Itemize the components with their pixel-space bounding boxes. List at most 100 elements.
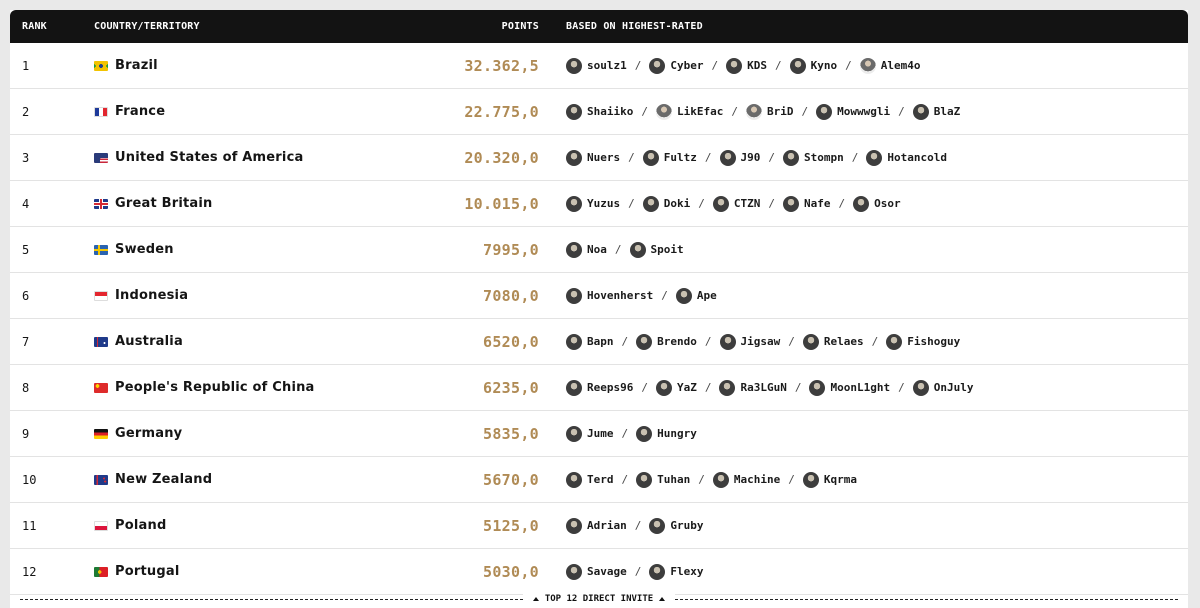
country-name: Indonesia <box>115 288 189 303</box>
player-link[interactable]: BlaZ <box>912 103 960 120</box>
player-link[interactable]: Spoit <box>629 241 684 258</box>
player-link[interactable]: Osor <box>853 195 901 212</box>
player-link[interactable]: YaZ <box>655 379 697 396</box>
separator: / <box>628 151 635 164</box>
player-link[interactable]: OnJuly <box>912 379 973 396</box>
player-avatar-icon <box>636 425 653 442</box>
player-avatar-icon <box>712 471 729 488</box>
player-link[interactable]: Adrian <box>566 517 627 534</box>
player-avatar-icon <box>649 517 666 534</box>
player-link[interactable]: Gruby <box>649 517 704 534</box>
player-avatar-icon <box>642 149 659 166</box>
separator: / <box>621 335 629 348</box>
separator: / <box>768 197 775 210</box>
player-link[interactable]: Kyno <box>789 57 837 74</box>
player-link[interactable]: Machine <box>712 471 780 488</box>
table-body: 1 Brazil 32.362,5 soulz1 / Cyber / KDS / Kyno / Ale… <box>10 43 1188 595</box>
player-name: Ape <box>696 289 717 302</box>
player-link[interactable]: Ra3LGuN <box>719 379 787 396</box>
player-avatar-icon <box>789 57 806 74</box>
points-cell: 5670,0 <box>483 470 539 489</box>
player-name: Fishoguy <box>907 335 961 348</box>
player-link[interactable]: Kqrma <box>802 471 857 488</box>
player-avatar-icon <box>566 333 582 350</box>
player-avatar-icon <box>636 471 653 488</box>
player-link[interactable]: Yuzus <box>566 195 620 212</box>
table-row[interactable]: 12 Portugal 5030,0 Savage / Flexy <box>10 549 1188 595</box>
player-link[interactable]: Hovenherst <box>566 287 653 304</box>
points-cell: 22.775,0 <box>464 102 539 121</box>
country-cell: France <box>82 104 412 119</box>
player-link[interactable]: Flexy <box>649 563 704 580</box>
player-link[interactable]: Shaiiko <box>566 103 633 120</box>
player-link[interactable]: Bapn <box>566 333 614 350</box>
player-avatar-icon <box>566 563 582 580</box>
player-link[interactable]: J90 <box>719 149 761 166</box>
player-link[interactable]: Nuers <box>566 149 620 166</box>
player-link[interactable]: Terd <box>566 471 614 488</box>
table-row[interactable]: 8 People's Republic of China 6235,0 Reeps96… <box>10 365 1188 411</box>
player-link[interactable]: Tuhan <box>636 471 690 488</box>
table-row[interactable]: 4 Great Britain 10.015,0 Yuzus / Doki / CTZN / Na… <box>10 181 1188 227</box>
player-link[interactable]: Brendo <box>636 333 697 350</box>
player-name: Kqrma <box>823 473 857 486</box>
rank-cell: 8 <box>22 380 30 395</box>
table-row[interactable]: 7 Australia 6520,0 Bapn / Brendo / Jigsaw / Relae… <box>10 319 1188 365</box>
header-country: COUNTRY/TERRITORY <box>94 21 200 32</box>
player-link[interactable]: Fultz <box>642 149 697 166</box>
table-row[interactable]: 6 Indonesia 7080,0 Hovenherst / Ape <box>10 273 1188 319</box>
separator: / <box>634 59 642 72</box>
player-link[interactable]: Jume <box>566 425 614 442</box>
player-link[interactable]: Nafe <box>783 195 831 212</box>
poland-flag-icon <box>94 520 108 531</box>
player-link[interactable]: Mowwwgli <box>816 103 890 120</box>
player-link[interactable]: soulz1 <box>566 57 627 74</box>
player-link[interactable]: Relaes <box>802 333 864 350</box>
header-rank: RANK <box>22 21 47 32</box>
player-name: J90 <box>740 151 761 164</box>
separator: / <box>801 105 809 118</box>
player-link[interactable]: Reeps96 <box>566 379 633 396</box>
player-link[interactable]: MoonL1ght <box>809 379 891 396</box>
player-link[interactable]: Savage <box>566 563 627 580</box>
players-cell: Noa / Spoit <box>539 241 1188 258</box>
player-link[interactable]: Alem4o <box>859 57 921 74</box>
player-link[interactable]: CTZN <box>712 195 760 212</box>
separator: / <box>628 197 635 210</box>
player-link[interactable]: Jigsaw <box>719 333 780 350</box>
indonesia-flag-icon <box>94 290 108 301</box>
player-link[interactable]: BriD <box>745 103 793 120</box>
player-link[interactable]: LikEfac <box>655 103 723 120</box>
separator: / <box>794 381 802 394</box>
table-row[interactable]: 10 New Zealand 5670,0 Terd / Tuhan / Machine / Kq… <box>10 457 1188 503</box>
player-link[interactable]: Hotancold <box>866 149 947 166</box>
table-row[interactable]: 1 Brazil 32.362,5 soulz1 / Cyber / KDS / Kyno / Ale… <box>10 43 1188 89</box>
player-link[interactable]: Noa <box>566 241 607 258</box>
points-cell: 6520,0 <box>483 332 539 351</box>
table-row[interactable]: 2 France 22.775,0 Shaiiko / LikEfac / BriD / Moww… <box>10 89 1188 135</box>
player-link[interactable]: Hungry <box>636 425 697 442</box>
player-link[interactable]: Ape <box>675 287 717 304</box>
player-link[interactable]: Stompn <box>783 149 844 166</box>
players-cell: Nuers / Fultz / J90 / Stompn / Hotancold <box>539 149 1188 166</box>
table-row[interactable]: 11 Poland 5125,0 Adrian / Gruby <box>10 503 1188 549</box>
player-link[interactable]: KDS <box>726 57 767 74</box>
arrow-up-icon <box>659 597 666 601</box>
table-row[interactable]: 3 United States of America 20.320,0 Nuers / F… <box>10 135 1188 181</box>
separator: / <box>614 243 622 256</box>
country-name: United States of America <box>115 150 304 165</box>
player-avatar-icon <box>783 195 799 212</box>
player-avatar-icon <box>719 149 736 166</box>
player-avatar-icon <box>566 471 582 488</box>
player-avatar-icon <box>566 195 582 212</box>
player-link[interactable]: Cyber <box>649 57 704 74</box>
separator: / <box>698 473 705 486</box>
table-row[interactable]: 9 Germany 5835,0 Jume / Hungry <box>10 411 1188 457</box>
player-link[interactable]: Doki <box>642 195 690 212</box>
separator: / <box>851 151 859 164</box>
table-row[interactable]: 5 Sweden 7995,0 Noa / Spoit <box>10 227 1188 273</box>
player-avatar-icon <box>566 425 582 442</box>
country-cell: Sweden <box>82 242 412 257</box>
player-link[interactable]: Fishoguy <box>886 333 961 350</box>
player-name: MoonL1ght <box>830 381 891 394</box>
